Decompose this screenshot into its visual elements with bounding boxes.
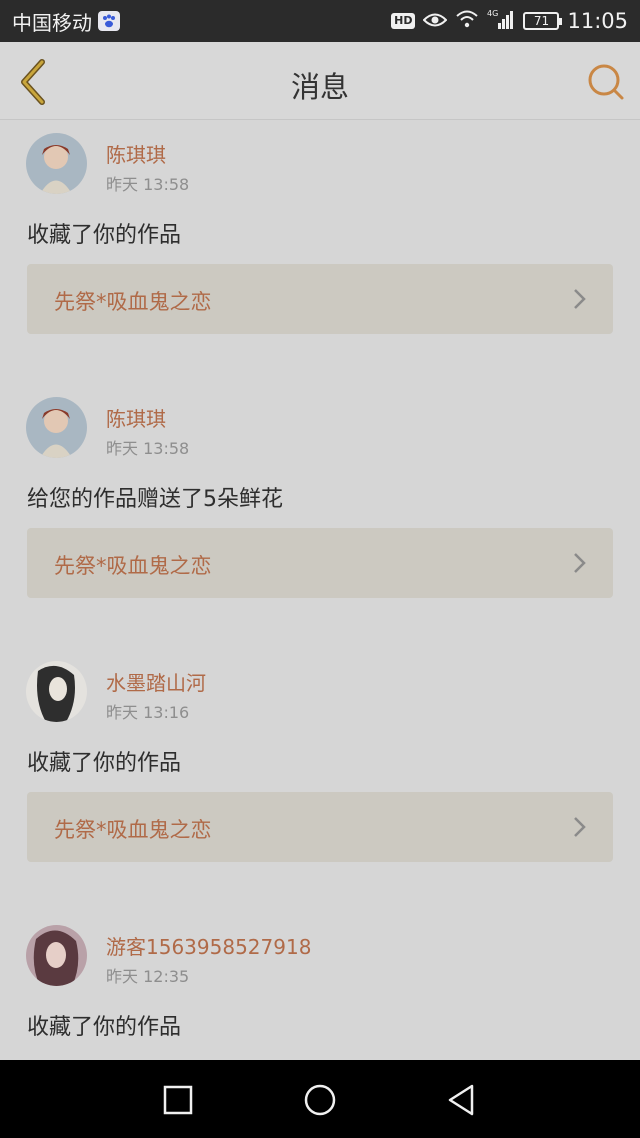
girl-photo-avatar[interactable] xyxy=(26,925,87,986)
triangle-back-icon[interactable] xyxy=(444,1082,480,1118)
timestamp: 昨天 12:35 xyxy=(106,967,190,986)
chevron-right-icon xyxy=(573,288,587,310)
battery-indicator: 71 xyxy=(523,12,563,30)
anime-girl-avatar[interactable] xyxy=(26,133,87,194)
search-icon[interactable] xyxy=(586,62,626,102)
action-text: 收藏了你的作品 xyxy=(27,751,182,776)
square-icon[interactable] xyxy=(160,1082,196,1118)
action-text: 收藏了你的作品 xyxy=(27,1015,182,1040)
message-list: 陈琪琪 昨天 13:58 收藏了你的作品 先祭*吸血鬼之恋 陈琪琪 昨天 13:… xyxy=(0,121,640,1060)
username[interactable]: 陈琪琪 xyxy=(106,139,166,168)
hd-badge: HD xyxy=(391,13,416,29)
timestamp: 昨天 13:58 xyxy=(106,439,190,458)
message-item: 游客1563958527918 昨天 12:35 收藏了你的作品 xyxy=(0,913,640,1060)
ink-portrait-avatar[interactable] xyxy=(26,661,87,722)
username[interactable]: 游客1563958527918 xyxy=(106,931,311,960)
work-title: 先祭*吸血鬼之恋 xyxy=(54,818,212,842)
carrier-name: 中国移动 xyxy=(12,10,92,35)
svg-text:4G: 4G xyxy=(487,9,498,18)
wifi-icon xyxy=(455,9,479,33)
action-text: 收藏了你的作品 xyxy=(27,223,182,248)
message-item: 陈琪琪 昨天 13:58 收藏了你的作品 先祭*吸血鬼之恋 xyxy=(0,121,640,369)
signal-icon: 4G xyxy=(487,9,515,34)
anime-girl-avatar[interactable] xyxy=(26,397,87,458)
work-link[interactable]: 先祭*吸血鬼之恋 xyxy=(27,528,613,598)
username[interactable]: 水墨踏山河 xyxy=(106,667,206,696)
clock: 11:05 xyxy=(567,9,628,33)
status-indicators: HD 4G 71 11:05 xyxy=(391,9,628,34)
username[interactable]: 陈琪琪 xyxy=(106,403,166,432)
screen: 中国移动 HD 4G 71 11:05 消息 陈琪琪 昨天 13:58 收藏了你… xyxy=(0,0,640,1138)
work-link[interactable]: 先祭*吸血鬼之恋 xyxy=(27,264,613,334)
eye-icon xyxy=(423,9,448,33)
work-title: 先祭*吸血鬼之恋 xyxy=(54,290,212,314)
system-nav-bar xyxy=(0,1060,640,1138)
title-bar: 消息 xyxy=(0,42,640,120)
message-item: 陈琪琪 昨天 13:58 给您的作品赠送了5朵鲜花 先祭*吸血鬼之恋 xyxy=(0,385,640,633)
circle-icon[interactable] xyxy=(302,1082,338,1118)
carrier: 中国移动 xyxy=(12,7,120,36)
chevron-right-icon xyxy=(573,552,587,574)
page-title: 消息 xyxy=(290,70,349,104)
status-bar: 中国移动 HD 4G 71 11:05 xyxy=(0,0,640,42)
chevron-right-icon xyxy=(573,816,587,838)
paw-icon xyxy=(98,11,120,31)
work-link[interactable]: 先祭*吸血鬼之恋 xyxy=(27,792,613,862)
message-item: 水墨踏山河 昨天 13:16 收藏了你的作品 先祭*吸血鬼之恋 xyxy=(0,649,640,897)
timestamp: 昨天 13:16 xyxy=(106,703,190,722)
work-title: 先祭*吸血鬼之恋 xyxy=(54,554,212,578)
timestamp: 昨天 13:58 xyxy=(106,175,190,194)
action-text: 给您的作品赠送了5朵鲜花 xyxy=(27,487,283,512)
